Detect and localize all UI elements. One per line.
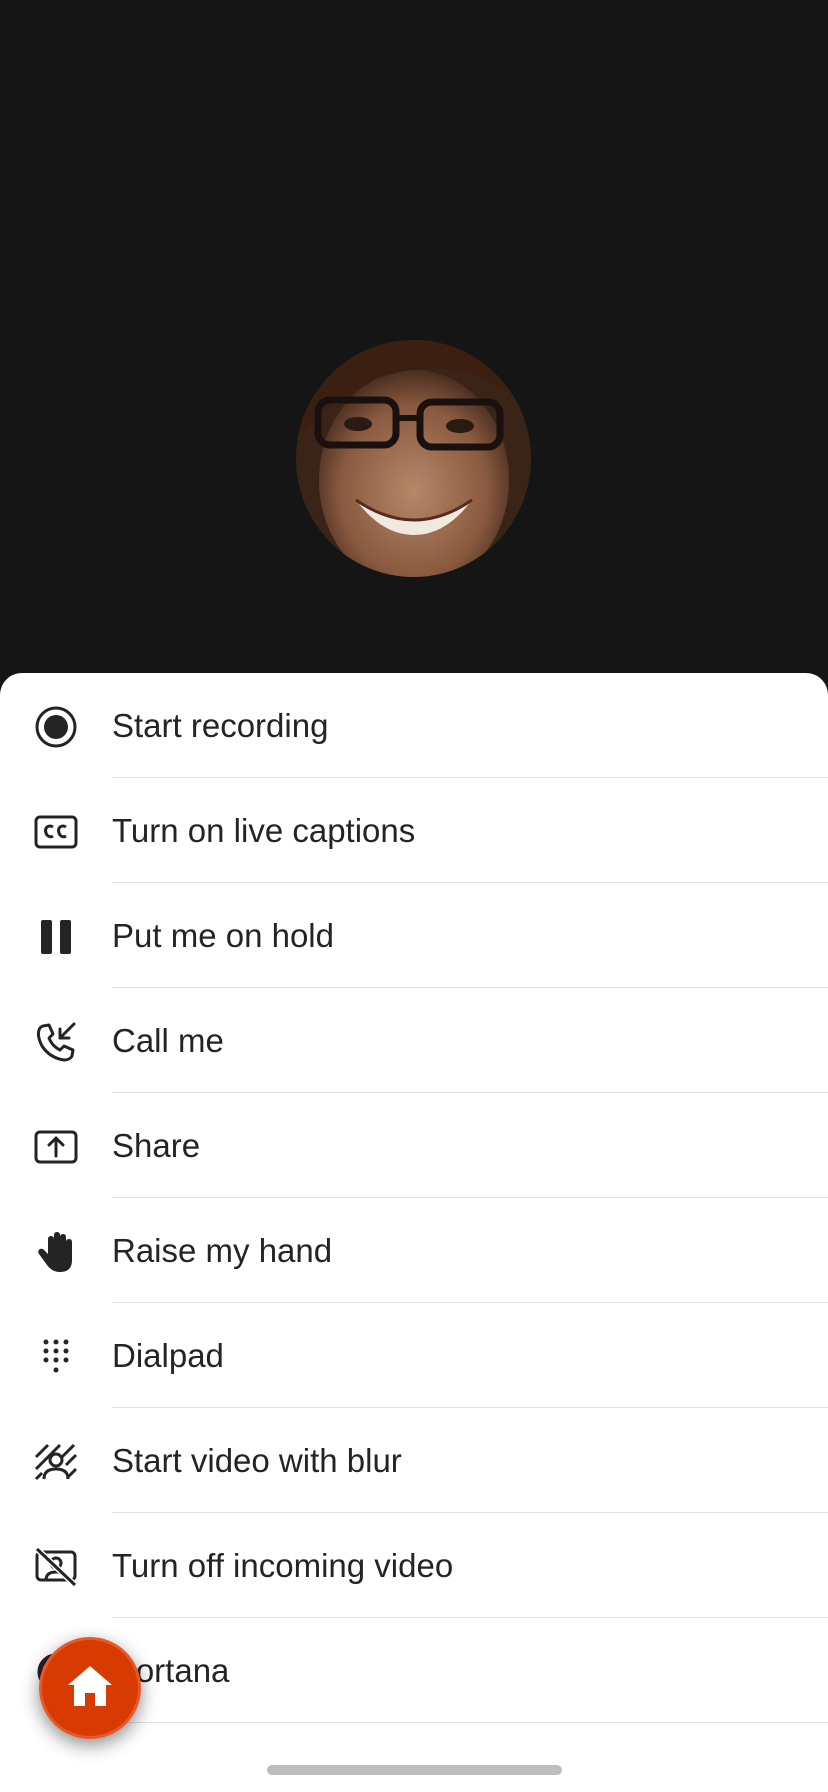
call-screen: Start recording Turn on live captions Pu… xyxy=(0,0,828,1792)
menu-item-label: Call me xyxy=(112,1022,224,1059)
dialpad-icon xyxy=(32,1334,80,1380)
divider xyxy=(112,1722,828,1723)
share-screen-icon xyxy=(32,1124,80,1170)
pause-icon xyxy=(32,914,80,960)
participant-avatar xyxy=(296,340,531,577)
menu-item-label: Start video with blur xyxy=(112,1442,402,1479)
home-icon xyxy=(65,1663,115,1714)
record-icon xyxy=(32,704,80,750)
home-indicator[interactable] xyxy=(267,1765,562,1775)
menu-item-label: Dialpad xyxy=(112,1337,224,1374)
menu-item-label: Turn off incoming video xyxy=(112,1547,454,1584)
menu-item-raise-hand[interactable]: Raise my hand xyxy=(0,1198,828,1303)
menu-item-turn-off-incoming-video[interactable]: Turn off incoming video xyxy=(0,1513,828,1618)
more-options-sheet: Start recording Turn on live captions Pu… xyxy=(0,673,828,1792)
video-off-icon xyxy=(32,1544,80,1590)
menu-item-label: Raise my hand xyxy=(112,1232,333,1269)
menu-item-label: Share xyxy=(112,1127,201,1164)
menu-item-live-captions[interactable]: Turn on live captions xyxy=(0,778,828,883)
menu-item-call-me[interactable]: Call me xyxy=(0,988,828,1093)
menu-item-label: Turn on live captions xyxy=(112,812,416,849)
hand-icon xyxy=(32,1229,80,1275)
background-blur-icon xyxy=(32,1439,80,1485)
more-options-menu: Start recording Turn on live captions Pu… xyxy=(0,673,828,1723)
closed-captions-icon xyxy=(32,809,80,855)
menu-item-dialpad[interactable]: Dialpad xyxy=(0,1303,828,1408)
menu-item-label: Put me on hold xyxy=(112,917,334,954)
menu-item-start-video-blur[interactable]: Start video with blur xyxy=(0,1408,828,1513)
menu-item-share[interactable]: Share xyxy=(0,1093,828,1198)
menu-item-put-on-hold[interactable]: Put me on hold xyxy=(0,883,828,988)
menu-item-start-recording[interactable]: Start recording xyxy=(0,673,828,778)
home-button[interactable] xyxy=(39,1637,141,1739)
menu-item-label: Start recording xyxy=(112,707,329,744)
incoming-call-icon xyxy=(32,1019,80,1065)
